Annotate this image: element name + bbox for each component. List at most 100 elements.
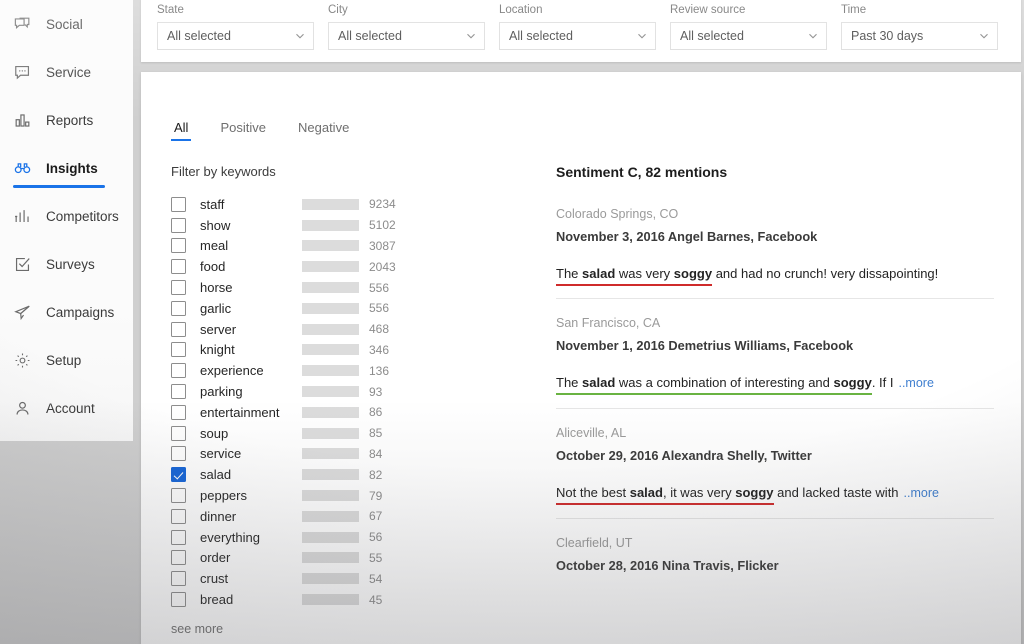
app-root: Social Service Reports Insights Competitors S… (0, 0, 1024, 644)
keyword-checkbox-show[interactable] (171, 217, 186, 233)
filter-value: All selected (167, 29, 231, 43)
keyword-label: meal (200, 238, 229, 254)
keyword-checkbox-order[interactable] (171, 550, 186, 566)
keyword-checkbox-staff[interactable] (171, 196, 186, 212)
keyword-checkbox-salad[interactable] (171, 467, 186, 483)
person-icon (13, 399, 32, 418)
filter-select-review-source[interactable]: All selected (670, 22, 827, 50)
sidebar-item-insights[interactable]: Insights (0, 144, 133, 192)
keyword-row[interactable]: entertainment 86 (171, 402, 531, 423)
keyword-row[interactable]: bread 45 (171, 589, 531, 610)
keyword-label: crust (200, 571, 229, 587)
keyword-checkbox-peppers[interactable] (171, 488, 186, 504)
keyword-row[interactable]: order 55 (171, 548, 531, 569)
filter-select-city[interactable]: All selected (328, 22, 485, 50)
keyword-count: 5102 (369, 218, 396, 233)
filter-label: Time (841, 4, 867, 16)
keyword-checkbox-parking[interactable] (171, 384, 186, 400)
review-more-link[interactable]: ..more (904, 486, 939, 500)
keyword-checkbox-everything[interactable] (171, 529, 186, 545)
sentiment-tabs: All Positive Negative (171, 120, 352, 141)
keyword-checkbox-experience[interactable] (171, 363, 186, 379)
keyword-count: 54 (369, 571, 383, 586)
keyword-label: server (200, 321, 237, 337)
keyword-row[interactable]: experience 136 (171, 360, 531, 381)
keyword-checkbox-crust[interactable] (171, 571, 186, 587)
sidebar-item-setup[interactable]: Setup (0, 336, 133, 384)
sidebar-item-label: Setup (46, 352, 82, 368)
sidebar-item-social[interactable]: Social (0, 0, 133, 48)
review-meta: November 3, 2016 Angel Barnes, Facebook (556, 229, 818, 244)
keyword-label: peppers (200, 488, 247, 504)
keyword-row[interactable]: peppers 79 (171, 485, 531, 506)
filter-value: All selected (509, 29, 573, 43)
sidebar-item-competitors[interactable]: Competitors (0, 192, 133, 240)
keyword-checkbox-bread[interactable] (171, 592, 186, 608)
keyword-checkbox-soup[interactable] (171, 425, 186, 441)
keyword-bar-track (302, 323, 359, 335)
review-keyword-secondary: soggy (833, 375, 872, 390)
review-meta: October 29, 2016 Alexandra Shelly, Twitt… (556, 448, 812, 463)
sidebar-item-service[interactable]: Service (0, 48, 133, 96)
compare-bars-icon (13, 207, 32, 226)
keyword-row[interactable]: dinner 67 (171, 506, 531, 527)
keyword-row[interactable]: horse 556 (171, 277, 531, 298)
keyword-row[interactable]: everything 56 (171, 527, 531, 548)
keyword-checkbox-meal[interactable] (171, 238, 186, 254)
keyword-row[interactable]: crust 54 (171, 568, 531, 589)
sidebar-item-surveys[interactable]: Surveys (0, 240, 133, 288)
sidebar-item-account[interactable]: Account (0, 384, 133, 432)
keyword-checkbox-entertainment[interactable] (171, 404, 186, 420)
keyword-count: 86 (369, 405, 383, 420)
keyword-row[interactable]: salad 82 (171, 464, 531, 485)
review-keyword-primary: salad (582, 375, 616, 390)
keyword-checkbox-server[interactable] (171, 321, 186, 337)
keyword-row[interactable]: meal 3087 (171, 236, 531, 257)
filter-select-time[interactable]: Past 30 days (841, 22, 998, 50)
review-more-link[interactable]: ..more (898, 376, 933, 390)
keyword-row[interactable]: service 84 (171, 444, 531, 465)
filter-select-location[interactable]: All selected (499, 22, 656, 50)
keyword-checkbox-dinner[interactable] (171, 508, 186, 524)
review-location: Clearfield, UT (556, 536, 633, 550)
keyword-row[interactable]: staff 9234 (171, 194, 531, 215)
keyword-row[interactable]: garlic 556 (171, 298, 531, 319)
review-item: Aliceville, AL October 29, 2016 Alexandra… (556, 426, 994, 519)
keyword-bar-track (302, 406, 359, 418)
sidebar-item-label: Insights (46, 160, 98, 176)
tab-positive[interactable]: Positive (217, 120, 269, 141)
keyword-row[interactable]: parking 93 (171, 381, 531, 402)
review-item: Colorado Springs, CO November 3, 2016 Ang… (556, 207, 994, 299)
sidebar-item-reports[interactable]: Reports (0, 96, 133, 144)
keyword-row[interactable]: soup 85 (171, 423, 531, 444)
keyword-checkbox-garlic[interactable] (171, 300, 186, 316)
keyword-bar-track (302, 219, 359, 231)
keyword-bar-track (302, 573, 359, 585)
keyword-row[interactable]: show 5102 (171, 215, 531, 236)
see-more-link[interactable]: see more (171, 622, 531, 636)
keyword-row[interactable]: food 2043 (171, 256, 531, 277)
keyword-checkbox-knight[interactable] (171, 342, 186, 358)
sentiment-heading: Sentiment C, 82 mentions (556, 164, 728, 180)
keyword-label: salad (200, 467, 232, 483)
keyword-row[interactable]: knight 346 (171, 340, 531, 361)
filter-value: All selected (680, 29, 744, 43)
sidebar-item-label: Account (46, 400, 95, 416)
keyword-checkbox-horse[interactable] (171, 280, 186, 296)
review-text-pre: Not the best (556, 485, 630, 500)
keyword-bar-track (302, 386, 359, 398)
keyword-bar-track (302, 282, 359, 294)
tab-all[interactable]: All (171, 120, 192, 141)
keyword-count: 468 (369, 322, 390, 337)
keyword-checkbox-food[interactable] (171, 259, 186, 275)
review-keyword-primary: salad (629, 485, 663, 500)
keyword-checkbox-service[interactable] (171, 446, 186, 462)
keyword-count: 3087 (369, 238, 396, 253)
sidebar-item-campaigns[interactable]: Campaigns (0, 288, 133, 336)
keyword-bar-track (302, 490, 359, 502)
keyword-label: garlic (200, 300, 232, 316)
tab-negative[interactable]: Negative (295, 120, 352, 141)
filter-label: State (157, 4, 184, 16)
keyword-row[interactable]: server 468 (171, 319, 531, 340)
filter-select-state[interactable]: All selected (157, 22, 314, 50)
